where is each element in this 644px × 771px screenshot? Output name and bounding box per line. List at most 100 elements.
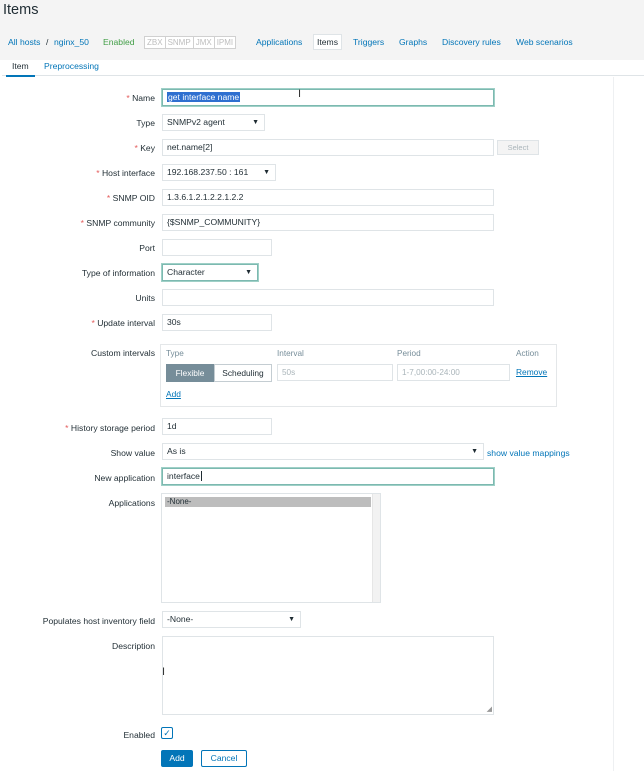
type-of-information-value: Character <box>167 267 205 277</box>
enabled-label: Enabled <box>123 730 155 740</box>
snmp-oid-label: * SNMP OID <box>107 193 155 203</box>
scheduling-toggle[interactable]: Scheduling <box>214 364 272 382</box>
listbox-scrollbar[interactable] <box>372 494 380 602</box>
text-cursor-icon: I <box>162 666 166 678</box>
snmp-oid-label-text: SNMP OID <box>112 193 155 203</box>
required-mark: * <box>91 318 95 328</box>
items-link[interactable]: Items <box>313 34 343 50</box>
type-select[interactable]: SNMPv2 agent ▼ <box>162 114 265 131</box>
key-value: net.name[2] <box>167 142 213 152</box>
show-value-select[interactable]: As is ▼ <box>162 443 484 460</box>
new-application-label: New application <box>94 473 155 483</box>
description-label: Description <box>112 641 155 651</box>
new-application-input[interactable]: interface <box>162 468 494 485</box>
snmp-oid-value: 1.3.6.1.2.1.2.2.1.2.2 <box>167 192 244 202</box>
key-label-text: Key <box>140 143 155 153</box>
applications-label: Applications <box>108 498 155 508</box>
update-interval-input[interactable]: 30s <box>162 314 272 331</box>
chevron-down-icon: ▼ <box>471 448 478 455</box>
triggers-link[interactable]: Triggers <box>353 37 384 47</box>
snmp-community-label: * SNMP community <box>81 218 155 228</box>
add-button[interactable]: Add <box>161 750 193 767</box>
snmp-community-input[interactable]: {$SNMP_COMMUNITY} <box>162 214 494 231</box>
custom-intervals-table: Type Interval Period Action Flexible Sch… <box>160 344 557 407</box>
host-interface-select[interactable]: 192.168.237.50 : 161 ▼ <box>162 164 276 181</box>
update-interval-label: * Update interval <box>91 318 155 328</box>
applications-link[interactable]: Applications <box>256 37 302 47</box>
applications-listbox[interactable]: -None- <box>161 493 381 603</box>
graphs-link[interactable]: Graphs <box>399 37 427 47</box>
add-interval-link[interactable]: Add <box>166 389 181 399</box>
host-interface-value: 192.168.237.50 : 161 <box>167 167 249 177</box>
type-of-information-select[interactable]: Character ▼ <box>162 264 258 281</box>
text-cursor-icon: I <box>298 88 302 100</box>
required-mark: * <box>80 218 84 228</box>
units-input[interactable] <box>162 289 494 306</box>
form-tabs: Item Preprocessing <box>2 56 644 77</box>
host-interface-label-text: Host interface <box>101 168 155 178</box>
flexible-toggle[interactable]: Flexible <box>166 364 214 382</box>
host-interface-label: * Host interface <box>96 168 155 178</box>
name-label: * Name <box>126 93 155 103</box>
page-title: Items <box>3 2 39 18</box>
resize-handle-icon[interactable]: ◢ <box>487 706 492 713</box>
enabled-checkbox[interactable]: ✓ <box>161 727 173 739</box>
page-header: Items All hosts / nginx_50 Enabled ZBX SN… <box>0 0 644 60</box>
tab-preprocessing[interactable]: Preprocessing <box>38 59 105 73</box>
key-select-button[interactable]: Select <box>497 140 539 155</box>
show-value-value: As is <box>167 446 186 456</box>
units-label: Units <box>135 293 155 303</box>
type-value: SNMPv2 agent <box>167 117 225 127</box>
snmp-community-value: {$SNMP_COMMUNITY} <box>167 217 261 227</box>
text-caret <box>200 471 202 481</box>
ci-header-type: Type <box>166 349 184 358</box>
chevron-down-icon: ▼ <box>252 119 259 126</box>
new-application-value: interface <box>167 471 200 481</box>
remove-interval-link[interactable]: Remove <box>516 367 547 377</box>
cancel-button[interactable]: Cancel <box>201 750 247 767</box>
name-input[interactable]: get interface name <box>162 89 494 106</box>
history-storage-period-label: * History storage period <box>65 423 155 433</box>
ci-header-action: Action <box>516 349 539 358</box>
host-inventory-field-select[interactable]: -None- ▼ <box>162 611 301 628</box>
snmp-community-label-text: SNMP community <box>86 218 155 228</box>
custom-interval-input[interactable]: 50s <box>277 364 393 381</box>
host-status[interactable]: Enabled <box>103 37 135 47</box>
history-storage-period-value: 1d <box>167 421 177 431</box>
applications-option-none[interactable]: -None- <box>165 497 371 507</box>
jmx-badge: JMX <box>192 36 215 49</box>
chevron-down-icon: ▼ <box>245 269 252 276</box>
custom-period-input[interactable]: 1-7,00:00-24:00 <box>397 364 510 381</box>
checkmark-icon: ✓ <box>163 728 171 738</box>
breadcrumb-separator: / <box>46 37 49 47</box>
ci-header-interval: Interval <box>277 349 304 358</box>
required-mark: * <box>134 143 138 153</box>
custom-intervals-label: Custom intervals <box>91 348 155 358</box>
discovery-rules-link[interactable]: Discovery rules <box>442 37 501 47</box>
required-mark: * <box>65 423 69 433</box>
port-input[interactable] <box>162 239 272 256</box>
chevron-down-icon: ▼ <box>288 616 295 623</box>
web-scenarios-link[interactable]: Web scenarios <box>516 37 573 47</box>
update-interval-label-text: Update interval <box>97 318 155 328</box>
required-mark: * <box>96 168 100 178</box>
key-input[interactable]: net.name[2] <box>162 139 494 156</box>
required-mark: * <box>106 193 111 203</box>
snmp-oid-input[interactable]: 1.3.6.1.2.1.2.2.1.2.2 <box>162 189 494 206</box>
name-label-text: Name <box>132 93 155 103</box>
show-value-mappings-link[interactable]: show value mappings <box>487 448 570 458</box>
ci-header-period: Period <box>397 349 421 358</box>
tab-item[interactable]: Item <box>6 59 35 77</box>
key-label: * Key <box>134 143 155 153</box>
type-label: Type <box>136 118 155 128</box>
history-storage-period-label-text: History storage period <box>70 423 155 433</box>
zbx-badge: ZBX <box>144 36 166 49</box>
name-value: get interface name <box>167 92 241 102</box>
host-link[interactable]: nginx_50 <box>54 37 89 47</box>
host-inventory-field-value: -None- <box>167 614 194 624</box>
ipmi-badge: IPMI <box>213 36 237 49</box>
availability-badges: ZBX SNMP JMX IPMI <box>144 36 237 49</box>
history-storage-period-input[interactable]: 1d <box>162 418 272 435</box>
description-textarea[interactable]: ◢ <box>162 636 494 715</box>
all-hosts-link[interactable]: All hosts <box>8 37 40 47</box>
